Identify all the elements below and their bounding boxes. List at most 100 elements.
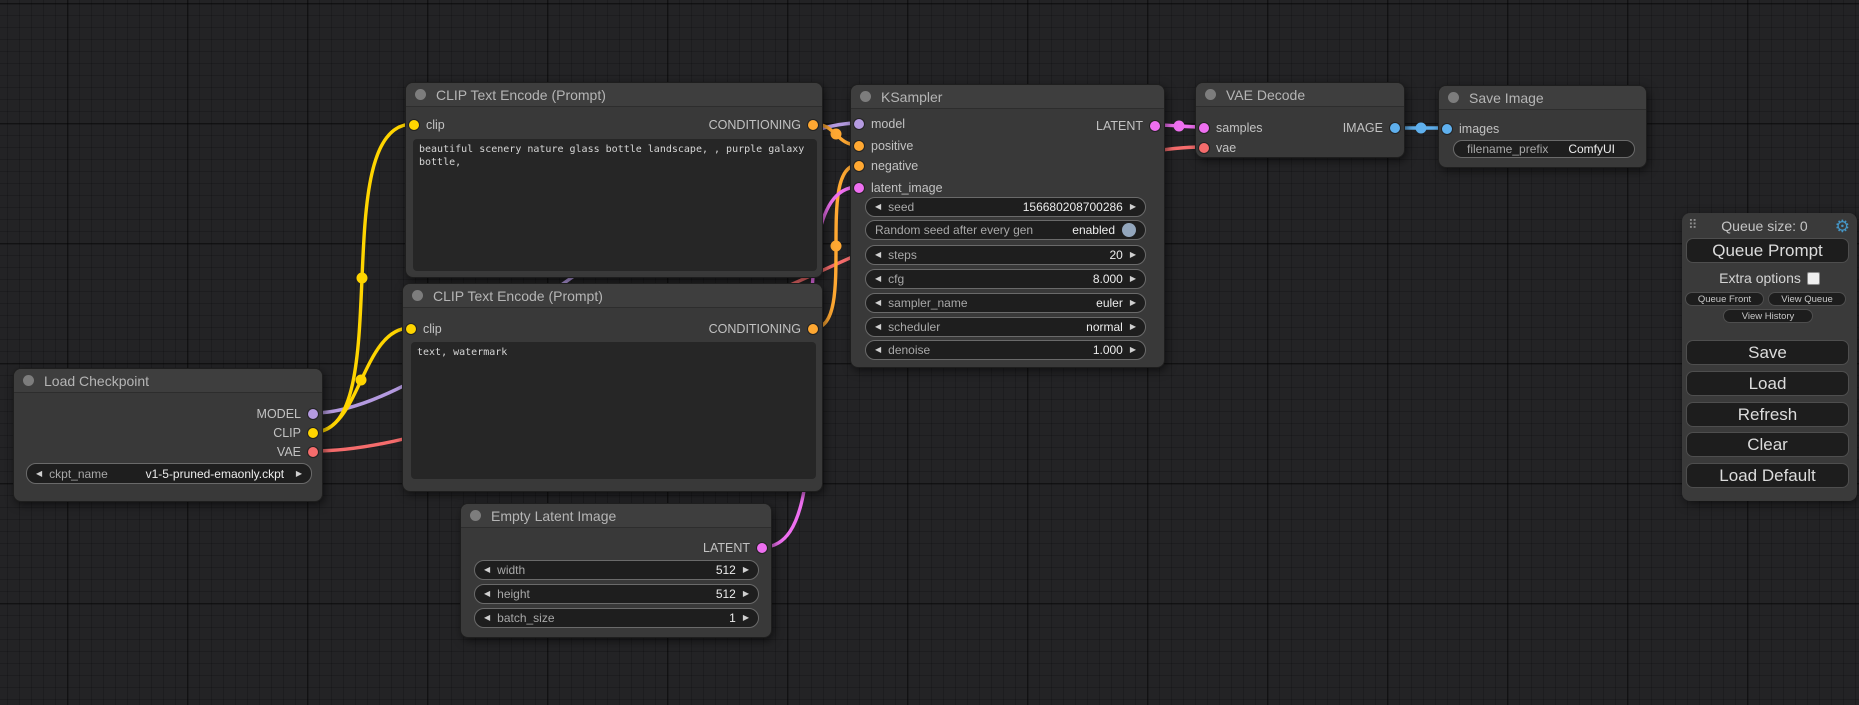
clip-port-dot[interactable] (409, 120, 419, 130)
arrow-right-icon[interactable]: ▶ (1130, 346, 1136, 354)
queue-panel[interactable]: ⠿ Queue size: 0 ⚙ Queue Prompt Extra opt… (1682, 213, 1857, 501)
height-widget[interactable]: ◀ height 512 ▶ (474, 584, 759, 604)
drag-handle-icon[interactable]: ⠿ (1688, 218, 1697, 233)
arrow-left-icon[interactable]: ◀ (875, 275, 881, 283)
latent-port-dot[interactable] (757, 543, 767, 553)
positive-prompt-textarea[interactable]: beautiful scenery nature glass bottle la… (413, 139, 817, 271)
input-negative[interactable]: negative (854, 156, 918, 176)
collapse-dot-icon[interactable] (1448, 92, 1459, 103)
clear-button[interactable]: Clear (1686, 432, 1849, 457)
gear-icon[interactable]: ⚙ (1835, 217, 1850, 237)
vae-port-dot[interactable] (308, 447, 318, 457)
seed-widget[interactable]: ◀ seed 156680208700286 ▶ (865, 197, 1146, 217)
conditioning-port-dot[interactable] (854, 161, 864, 171)
output-conditioning[interactable]: CONDITIONING (709, 319, 818, 339)
arrow-right-icon[interactable]: ▶ (743, 614, 749, 622)
view-history-button[interactable]: View History (1723, 309, 1813, 323)
output-image[interactable]: IMAGE (1343, 118, 1400, 138)
output-model[interactable]: MODEL (257, 404, 318, 424)
collapse-dot-icon[interactable] (860, 91, 871, 102)
refresh-button[interactable]: Refresh (1686, 402, 1849, 427)
collapse-dot-icon[interactable] (1205, 89, 1216, 100)
link-dot-positive[interactable] (831, 129, 842, 140)
input-clip[interactable]: clip (406, 319, 442, 339)
arrow-right-icon[interactable]: ▶ (1130, 251, 1136, 259)
input-vae[interactable]: vae (1199, 138, 1236, 158)
queue-front-button[interactable]: Queue Front (1685, 292, 1764, 306)
latent-port-dot[interactable] (1199, 123, 1209, 133)
latent-port-dot[interactable] (1150, 121, 1160, 131)
arrow-left-icon[interactable]: ◀ (484, 590, 490, 598)
link-dot-samples[interactable] (1174, 121, 1185, 132)
random-seed-toggle-widget[interactable]: Random seed after every gen enabled (865, 220, 1146, 240)
collapse-dot-icon[interactable] (23, 375, 34, 386)
node-clip-text-encode-negative[interactable]: CLIP Text Encode (Prompt) clip CONDITION… (402, 283, 823, 492)
node-clip-text-encode-positive[interactable]: CLIP Text Encode (Prompt) clip CONDITION… (405, 82, 823, 278)
clip-port-dot[interactable] (406, 324, 416, 334)
node-title-bar[interactable]: CLIP Text Encode (Prompt) (406, 83, 822, 107)
node-vae-decode[interactable]: VAE Decode samples IMAGE vae (1195, 82, 1405, 158)
link-dot-image[interactable] (1416, 123, 1427, 134)
collapse-dot-icon[interactable] (415, 89, 426, 100)
save-button[interactable]: Save (1686, 340, 1849, 365)
arrow-left-icon[interactable]: ◀ (875, 203, 881, 211)
arrow-left-icon[interactable]: ◀ (875, 299, 881, 307)
scheduler-widget[interactable]: ◀ scheduler normal ▶ (865, 317, 1146, 337)
output-latent[interactable]: LATENT (1096, 116, 1160, 136)
node-title-bar[interactable]: VAE Decode (1196, 83, 1404, 107)
node-title-bar[interactable]: CLIP Text Encode (Prompt) (403, 284, 822, 308)
output-conditioning[interactable]: CONDITIONING (709, 115, 818, 135)
batch-size-widget[interactable]: ◀ batch_size 1 ▶ (474, 608, 759, 628)
arrow-left-icon[interactable]: ◀ (875, 346, 881, 354)
model-port-dot[interactable] (854, 119, 864, 129)
vae-port-dot[interactable] (1199, 143, 1209, 153)
arrow-right-icon[interactable]: ▶ (1130, 275, 1136, 283)
negative-prompt-textarea[interactable]: text, watermark (411, 342, 816, 479)
arrow-left-icon[interactable]: ◀ (875, 251, 881, 259)
link-dot-clip1[interactable] (357, 273, 368, 284)
load-button[interactable]: Load (1686, 371, 1849, 396)
arrow-right-icon[interactable]: ▶ (1130, 323, 1136, 331)
image-port-dot[interactable] (1442, 124, 1452, 134)
link-dot-clip2[interactable] (356, 375, 367, 386)
input-model[interactable]: model (854, 114, 905, 134)
denoise-widget[interactable]: ◀ denoise 1.000 ▶ (865, 340, 1146, 360)
ckpt-name-widget[interactable]: ◀ ckpt_name v1-5-pruned-emaonly.ckpt ▶ (26, 463, 312, 484)
arrow-left-icon[interactable]: ◀ (36, 470, 42, 478)
collapse-dot-icon[interactable] (412, 290, 423, 301)
model-port-dot[interactable] (308, 409, 318, 419)
input-clip[interactable]: clip (409, 115, 445, 135)
node-save-image[interactable]: Save Image images filename_prefix ComfyU… (1438, 85, 1647, 168)
node-title-bar[interactable]: KSampler (851, 85, 1164, 109)
node-title-bar[interactable]: Load Checkpoint (14, 369, 322, 393)
toggle-knob-icon[interactable] (1122, 223, 1136, 237)
arrow-right-icon[interactable]: ▶ (1130, 203, 1136, 211)
input-samples[interactable]: samples (1199, 118, 1263, 138)
output-clip[interactable]: CLIP (273, 423, 318, 443)
output-latent[interactable]: LATENT (703, 538, 767, 558)
node-load-checkpoint[interactable]: Load Checkpoint MODEL CLIP VAE ◀ ckpt_na… (13, 368, 323, 502)
width-widget[interactable]: ◀ width 512 ▶ (474, 560, 759, 580)
view-queue-button[interactable]: View Queue (1768, 292, 1846, 306)
arrow-left-icon[interactable]: ◀ (484, 614, 490, 622)
link-dot-negative[interactable] (831, 241, 842, 252)
conditioning-port-dot[interactable] (808, 120, 818, 130)
extra-options-checkbox[interactable] (1807, 272, 1820, 285)
input-latent-image[interactable]: latent_image (854, 178, 943, 198)
node-title-bar[interactable]: Empty Latent Image (461, 504, 771, 528)
output-vae[interactable]: VAE (277, 442, 318, 462)
load-default-button[interactable]: Load Default (1686, 463, 1849, 488)
arrow-right-icon[interactable]: ▶ (743, 590, 749, 598)
arrow-right-icon[interactable]: ▶ (743, 566, 749, 574)
latent-port-dot[interactable] (854, 183, 864, 193)
queue-prompt-button[interactable]: Queue Prompt (1686, 238, 1849, 263)
image-port-dot[interactable] (1390, 123, 1400, 133)
node-ksampler[interactable]: KSampler model LATENT positive negative … (850, 84, 1165, 368)
clip-port-dot[interactable] (308, 428, 318, 438)
cfg-widget[interactable]: ◀ cfg 8.000 ▶ (865, 269, 1146, 289)
conditioning-port-dot[interactable] (808, 324, 818, 334)
arrow-left-icon[interactable]: ◀ (875, 323, 881, 331)
node-empty-latent-image[interactable]: Empty Latent Image LATENT ◀ width 512 ▶ … (460, 503, 772, 638)
filename-prefix-widget[interactable]: filename_prefix ComfyUI (1453, 140, 1635, 158)
arrow-right-icon[interactable]: ▶ (1130, 299, 1136, 307)
